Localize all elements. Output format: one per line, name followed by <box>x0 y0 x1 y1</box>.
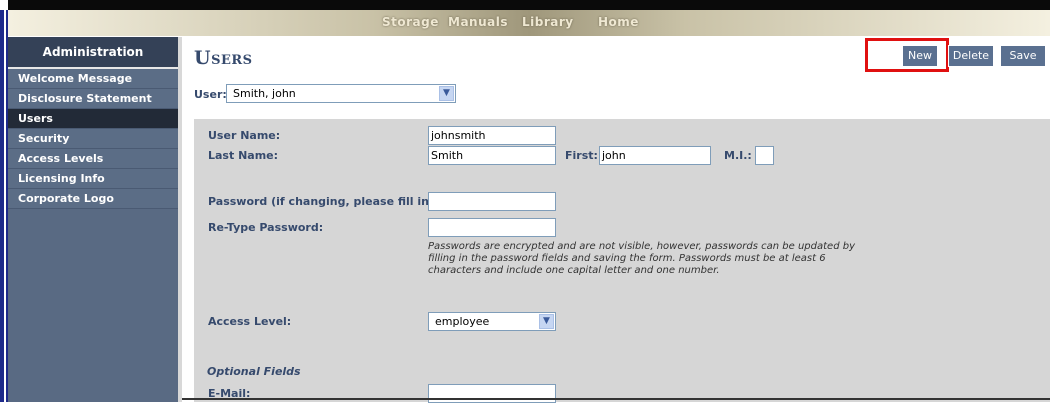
access-level-label: Access Level: <box>208 315 292 328</box>
sidebar-item-users[interactable]: Users <box>8 109 178 129</box>
new-button[interactable]: New <box>902 45 938 67</box>
sidebar-item-licensing-info[interactable]: Licensing Info <box>8 169 178 189</box>
middle-initial-input[interactable] <box>755 146 774 165</box>
bottom-border <box>182 398 1050 400</box>
sidebar-header: Administration <box>8 37 178 69</box>
chevron-down-icon[interactable]: ▼ <box>439 86 454 101</box>
first-name-input[interactable]: john <box>599 146 711 165</box>
access-level-select[interactable]: employee ▼ <box>428 312 556 331</box>
delete-button[interactable]: Delete <box>948 45 994 67</box>
user-select-label: User: <box>194 88 227 101</box>
left-border <box>0 10 4 402</box>
page-title: Users <box>194 47 253 69</box>
sidebar-item-welcome-message[interactable]: Welcome Message <box>8 69 178 89</box>
save-button[interactable]: Save <box>1000 45 1046 67</box>
access-level-value: employee <box>435 315 490 328</box>
nav-storage[interactable]: Storage <box>382 15 439 29</box>
top-navigation: Storage Manuals Library Home <box>8 10 1050 36</box>
retype-password-label: Re-Type Password: <box>208 221 324 234</box>
user-form: User Name: johnsmith Last Name: Smith Fi… <box>194 119 1050 403</box>
email-input[interactable] <box>428 384 556 403</box>
last-name-label: Last Name: <box>208 149 279 162</box>
user-select-value: Smith, john <box>233 87 296 100</box>
user-select[interactable]: Smith, john ▼ <box>226 84 456 103</box>
first-name-label: First: <box>565 149 598 162</box>
last-name-input[interactable]: Smith <box>428 146 556 165</box>
sidebar-item-access-levels[interactable]: Access Levels <box>8 149 178 169</box>
password-input[interactable] <box>428 192 556 211</box>
optional-fields-heading: Optional Fields <box>207 365 301 378</box>
password-label: Password (if changing, please fill in): <box>208 195 439 208</box>
nav-home[interactable]: Home <box>598 15 639 29</box>
password-help-text: Passwords are encrypted and are not visi… <box>428 241 855 276</box>
sidebar: Administration Welcome Message Disclosur… <box>8 37 178 402</box>
main-content: Users New Delete Save User: Smith, john … <box>182 37 1050 403</box>
retype-password-input[interactable] <box>428 218 556 237</box>
sidebar-item-disclosure-statement[interactable]: Disclosure Statement <box>8 89 178 109</box>
sidebar-item-corporate-logo[interactable]: Corporate Logo <box>8 189 178 209</box>
user-name-input[interactable]: johnsmith <box>428 126 556 145</box>
nav-manuals[interactable]: Manuals <box>448 15 508 29</box>
middle-initial-label: M.I.: <box>724 149 752 162</box>
top-border <box>8 0 1050 10</box>
sidebar-item-security[interactable]: Security <box>8 129 178 149</box>
nav-library[interactable]: Library <box>522 15 574 29</box>
app-window: Storage Manuals Library Home Administrat… <box>0 0 1050 403</box>
user-select-row: User: Smith, john ▼ <box>194 84 456 103</box>
page-title-text: Users <box>194 47 253 69</box>
chevron-down-icon[interactable]: ▼ <box>539 314 554 329</box>
user-name-label: User Name: <box>208 129 281 142</box>
